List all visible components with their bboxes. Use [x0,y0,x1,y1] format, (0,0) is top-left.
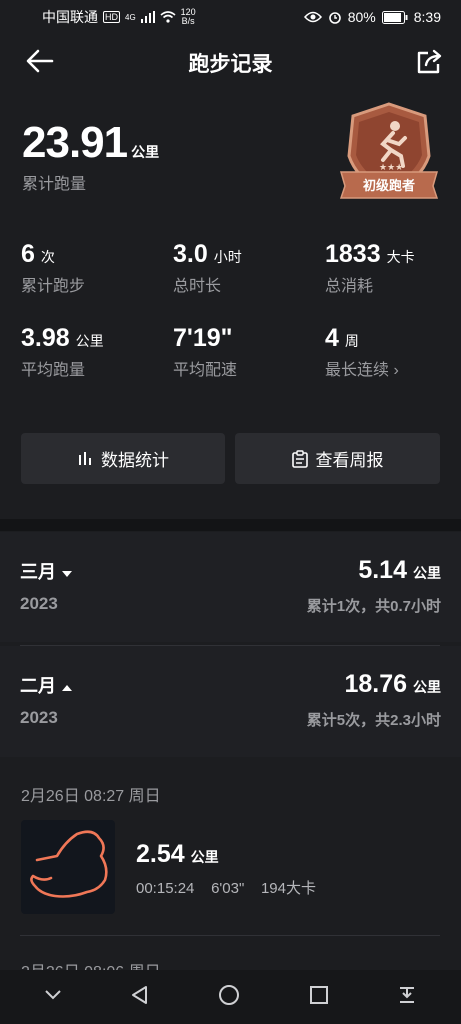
nav-home-button[interactable] [218,984,240,1011]
run-duration: 00:15:24 [136,880,195,897]
total-distance: 23.91 公里 累计跑量 [22,118,159,194]
clipboard-icon [291,449,308,468]
weekly-report-label: 查看周报 [315,451,384,470]
data-stats-button[interactable]: 数据统计 [21,433,225,484]
caret-down-icon [62,571,73,577]
stat-total-time: 3.0 小时 总时长 [173,240,242,295]
nav-back-button[interactable] [130,985,150,1010]
square-recents-icon [309,985,328,1004]
eye-icon [303,11,322,23]
weekly-report-button[interactable]: 查看周报 [235,433,440,484]
month-year: 2023 [20,708,58,727]
month-row-february[interactable]: 二月 2023 18.76 公里 累计5次，共2.3小时 [0,646,461,757]
run-route-map[interactable] [21,820,115,914]
clock: 8:39 [413,9,441,25]
circle-home-icon [219,984,240,1005]
total-distance-label: 累计跑量 [22,176,87,193]
badge-label: 初级跑者 [362,178,415,193]
caret-up-icon [62,685,73,691]
run-date: 2月26日 08:27 周日 [21,788,161,805]
signal-icon [140,11,155,23]
page-title: 跑步记录 [188,53,273,76]
run-pace: 6'03" [211,880,245,897]
stat-longest-streak[interactable]: 4周 最长连续 › [325,324,399,380]
data-stats-label: 数据统计 [101,451,169,470]
route-path [30,830,108,898]
month-name: 二月 [20,672,73,698]
run-distance: 2.54 公里 [136,840,219,868]
battery-percent: 80% [347,9,376,25]
stat-run-count: 6次 累计跑步 [21,240,86,295]
run-meta: 00:15:24 6'03" 194大卡 [136,877,316,898]
network-type: 4G [125,12,136,22]
carrier-label: 中国联通 [42,9,98,25]
run-calories: 194大卡 [260,880,316,897]
chevron-right-icon: › [393,362,399,379]
month-summary: 累计5次，共2.3小时 [306,712,441,729]
month-distance: 5.14 公里 [358,556,441,584]
month-summary: 累计1次，共0.7小时 [306,598,441,615]
total-distance-unit: 公里 [131,144,160,160]
nav-recents-button[interactable] [309,985,329,1010]
hd-badge: HD [103,11,120,23]
month-name: 三月 [20,558,73,584]
triangle-back-icon [132,985,148,1004]
nav-notification-button[interactable] [397,985,417,1010]
month-distance: 18.76 公里 [344,670,441,698]
run-list: 2月26日 08:27 周日 2.54 公里 00:15:24 6'03" 194… [0,758,461,970]
share-icon [417,49,442,74]
runner-level-badge[interactable]: ★★★ 初级跑者 [337,100,441,204]
share-button[interactable] [415,49,443,80]
run-date: 2月26日 08:06 周日 [21,958,161,970]
divider [20,935,440,936]
stat-avg-distance: 3.98 公里 平均跑量 [21,324,104,379]
bar-chart-icon [79,451,91,465]
section-divider [0,519,461,531]
month-year: 2023 [20,594,58,613]
status-bar: 中国联通 HD 4G 120 B/s 80% 8:39 [0,0,461,34]
pull-down-icon [399,986,414,1003]
wifi-icon [160,11,176,23]
net-speed: 120 B/s [180,7,196,26]
back-button[interactable] [26,49,54,78]
stat-calories: 1833 大卡 总消耗 [325,240,415,295]
nav-collapse-button[interactable] [44,988,62,1006]
battery-icon [381,10,408,24]
alarm-icon [328,12,341,24]
arrow-left-icon [26,49,54,73]
month-row-march[interactable]: 三月 2023 5.14 公里 累计1次，共0.7小时 [0,532,461,642]
chevron-down-icon [45,990,61,1000]
stat-avg-pace: 7'19" 平均配速 [173,324,238,379]
total-distance-value: 23.91 [22,118,128,167]
app-header: 跑步记录 [0,34,461,92]
system-nav-bar [0,970,461,1024]
